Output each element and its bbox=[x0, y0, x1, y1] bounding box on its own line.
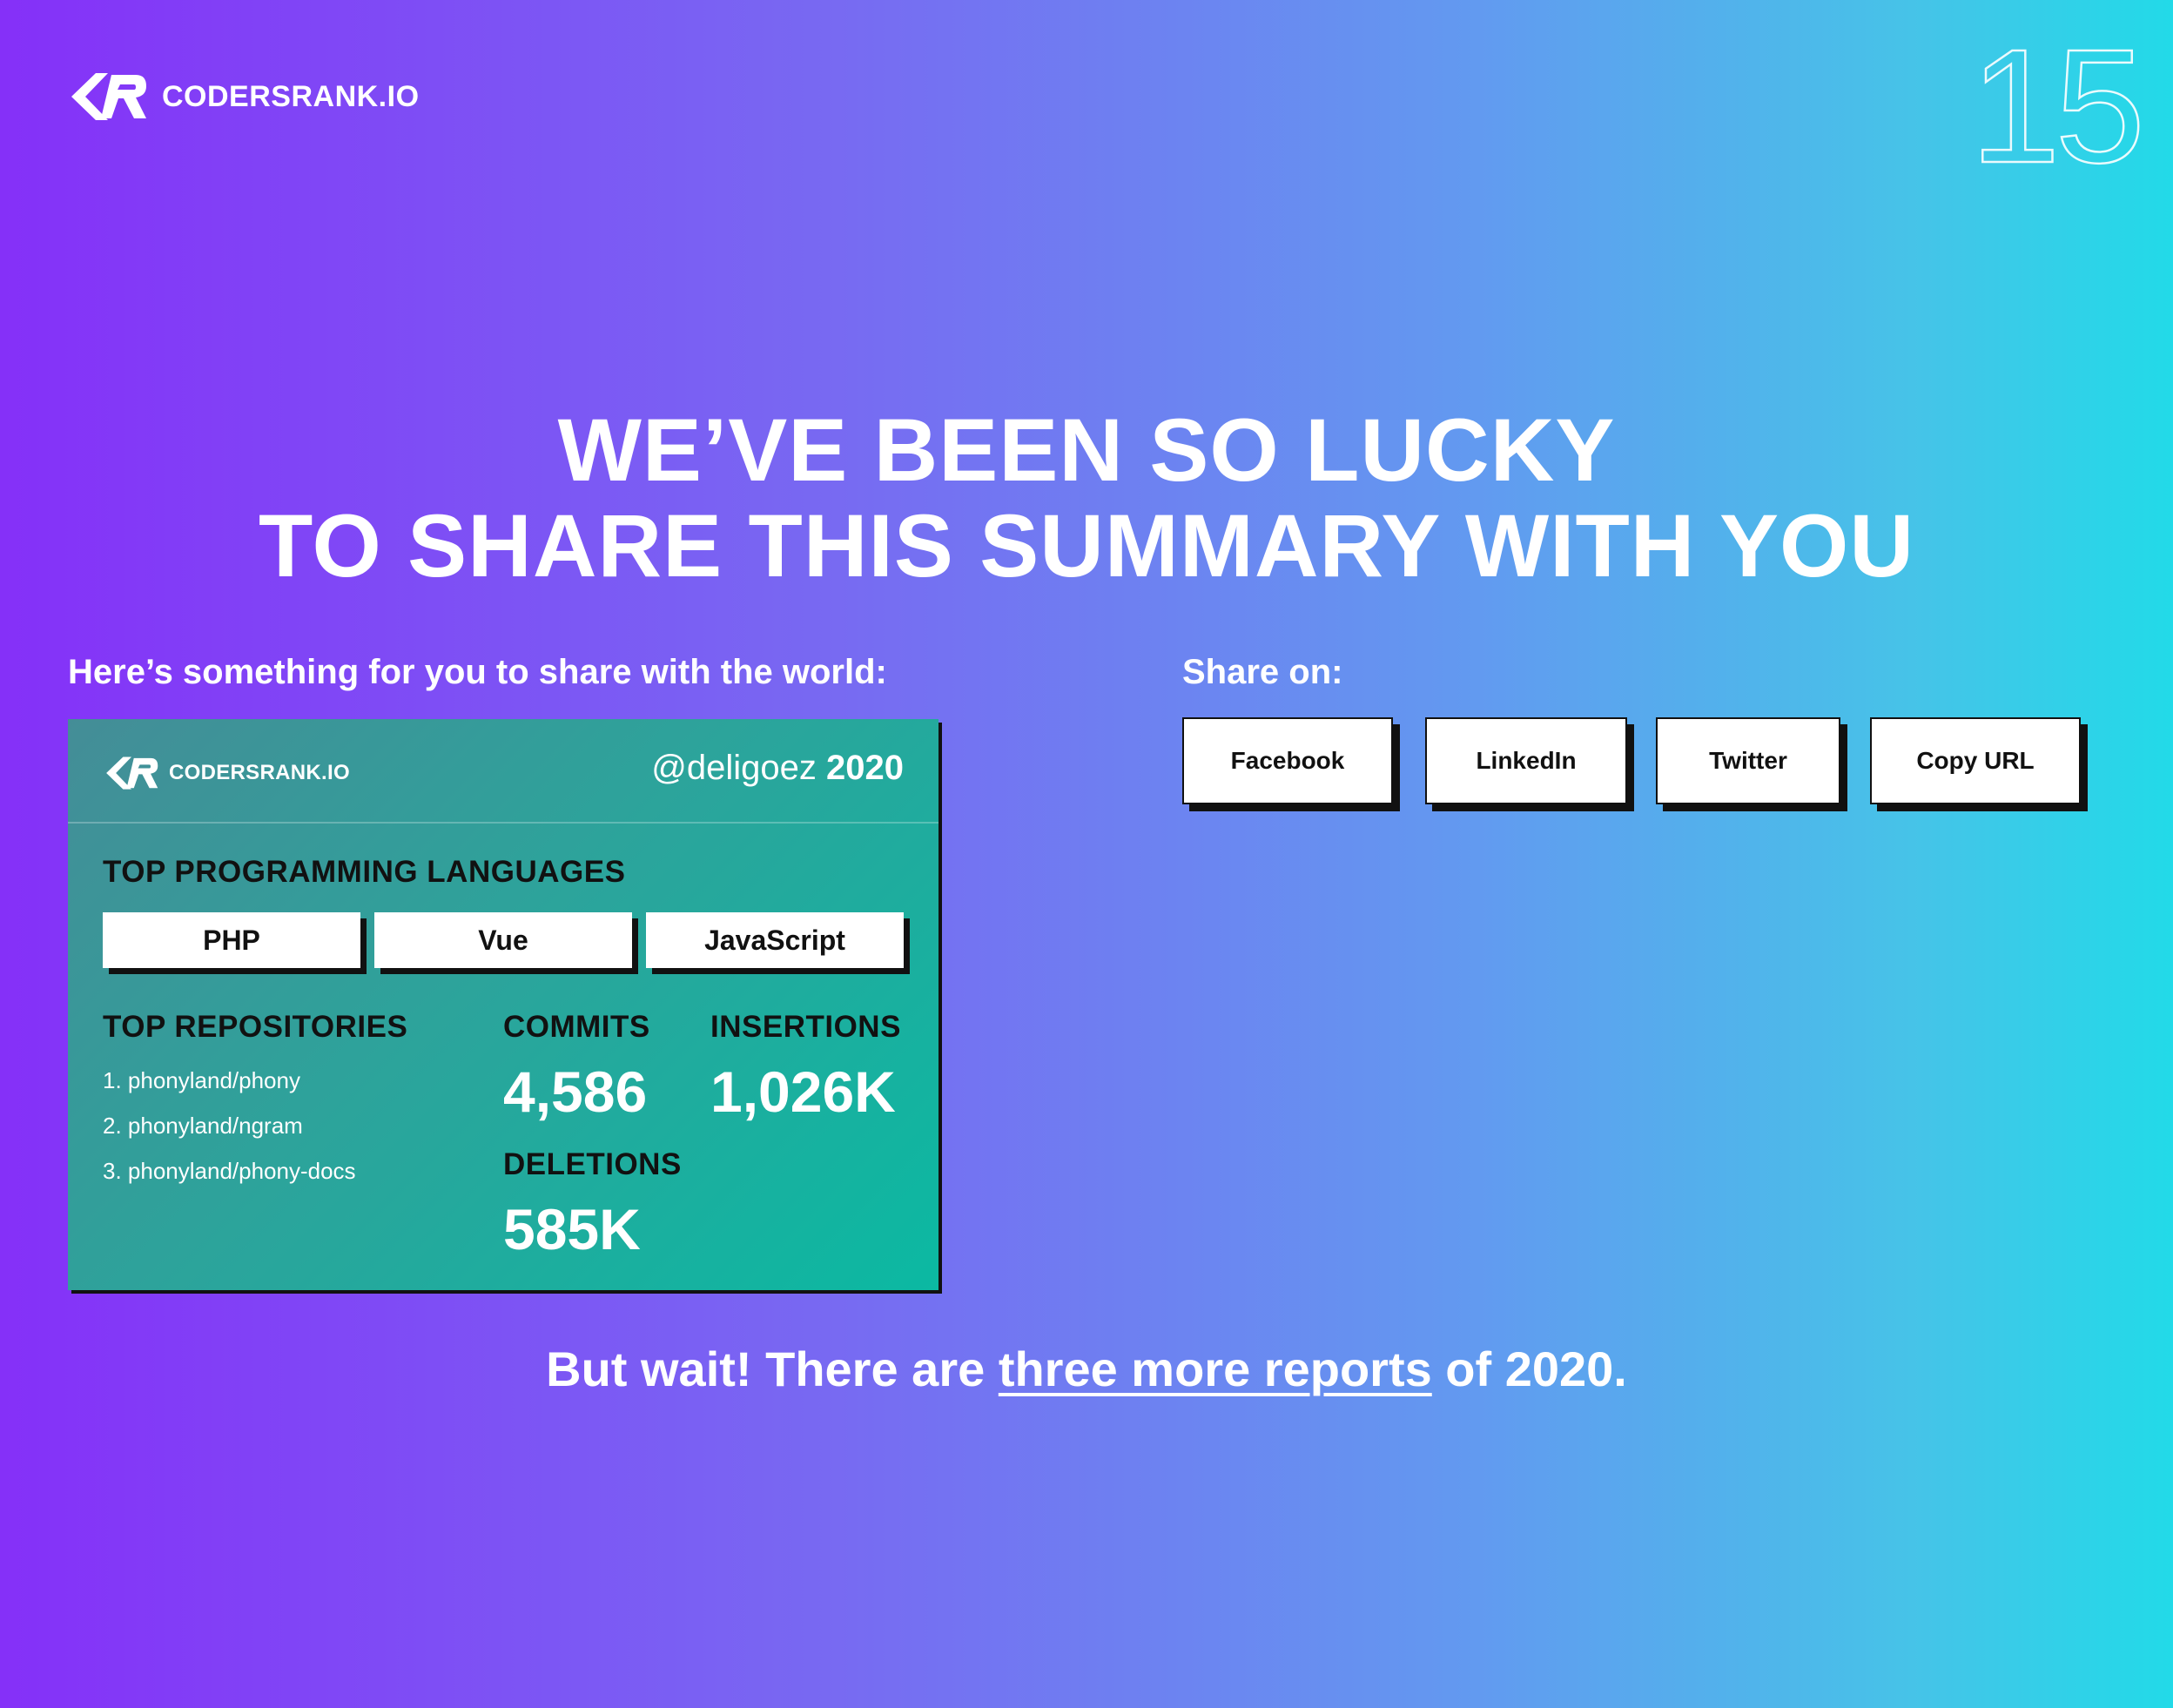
footer-text-after: of 2020. bbox=[1431, 1342, 1627, 1396]
share-linkedin-button[interactable]: LinkedIn bbox=[1425, 717, 1627, 804]
card-brand-logo: CODERSRANK.IO bbox=[103, 754, 350, 792]
commits-label: COMMITS bbox=[503, 1010, 650, 1044]
brand-name: CODERSRANK.IO bbox=[162, 79, 420, 113]
codersrank-logo-icon bbox=[106, 756, 158, 790]
share-facebook-button[interactable]: Facebook bbox=[1182, 717, 1393, 804]
card-divider bbox=[68, 822, 938, 824]
language-badge: PHP bbox=[103, 912, 360, 968]
language-badge: JavaScript bbox=[646, 912, 904, 968]
share-twitter-button[interactable]: Twitter bbox=[1656, 717, 1840, 804]
footer-message: But wait! There are three more reports o… bbox=[0, 1341, 2173, 1397]
share-on-label: Share on: bbox=[1182, 653, 1343, 691]
page-title: WE’VE BEEN SO LUCKY TO SHARE THIS SUMMAR… bbox=[0, 402, 2173, 594]
insertions-value: 1,026K bbox=[710, 1059, 896, 1124]
commits-value: 4,586 bbox=[503, 1059, 648, 1124]
card-year: 2020 bbox=[826, 749, 904, 787]
page-number: 15 bbox=[1969, 17, 2146, 197]
languages-title: TOP PROGRAMMING LANGUAGES bbox=[103, 855, 626, 889]
repositories-title: TOP REPOSITORIES bbox=[103, 1010, 408, 1044]
headline-line-2: TO SHARE THIS SUMMARY WITH YOU bbox=[258, 496, 1914, 595]
more-reports-link[interactable]: three more reports bbox=[999, 1342, 1432, 1396]
codersrank-logo-icon bbox=[71, 73, 146, 120]
card-user-year: @deligoez 2020 bbox=[651, 749, 904, 788]
card-username: @deligoez bbox=[651, 749, 817, 787]
repo-item: 3. phonyland/phony-docs bbox=[103, 1158, 356, 1184]
headline-line-1: WE’VE BEEN SO LUCKY bbox=[557, 400, 1616, 500]
repo-item: 2. phonyland/ngram bbox=[103, 1113, 303, 1139]
deletions-value: 585K bbox=[503, 1197, 641, 1261]
brand-logo[interactable]: CODERSRANK.IO bbox=[66, 70, 420, 124]
card-brand-name: CODERSRANK.IO bbox=[169, 761, 350, 784]
summary-card: CODERSRANK.IO @deligoez 2020 TOP PROGRAM… bbox=[68, 719, 938, 1290]
language-badge: Vue bbox=[374, 912, 632, 968]
copy-url-button[interactable]: Copy URL bbox=[1870, 717, 2081, 804]
deletions-label: DELETIONS bbox=[503, 1147, 682, 1181]
repo-item: 1. phonyland/phony bbox=[103, 1067, 300, 1093]
footer-text-before: But wait! There are bbox=[546, 1342, 999, 1396]
share-intro-text: Here’s something for you to share with t… bbox=[68, 653, 887, 691]
insertions-label: INSERTIONS bbox=[710, 1010, 901, 1044]
